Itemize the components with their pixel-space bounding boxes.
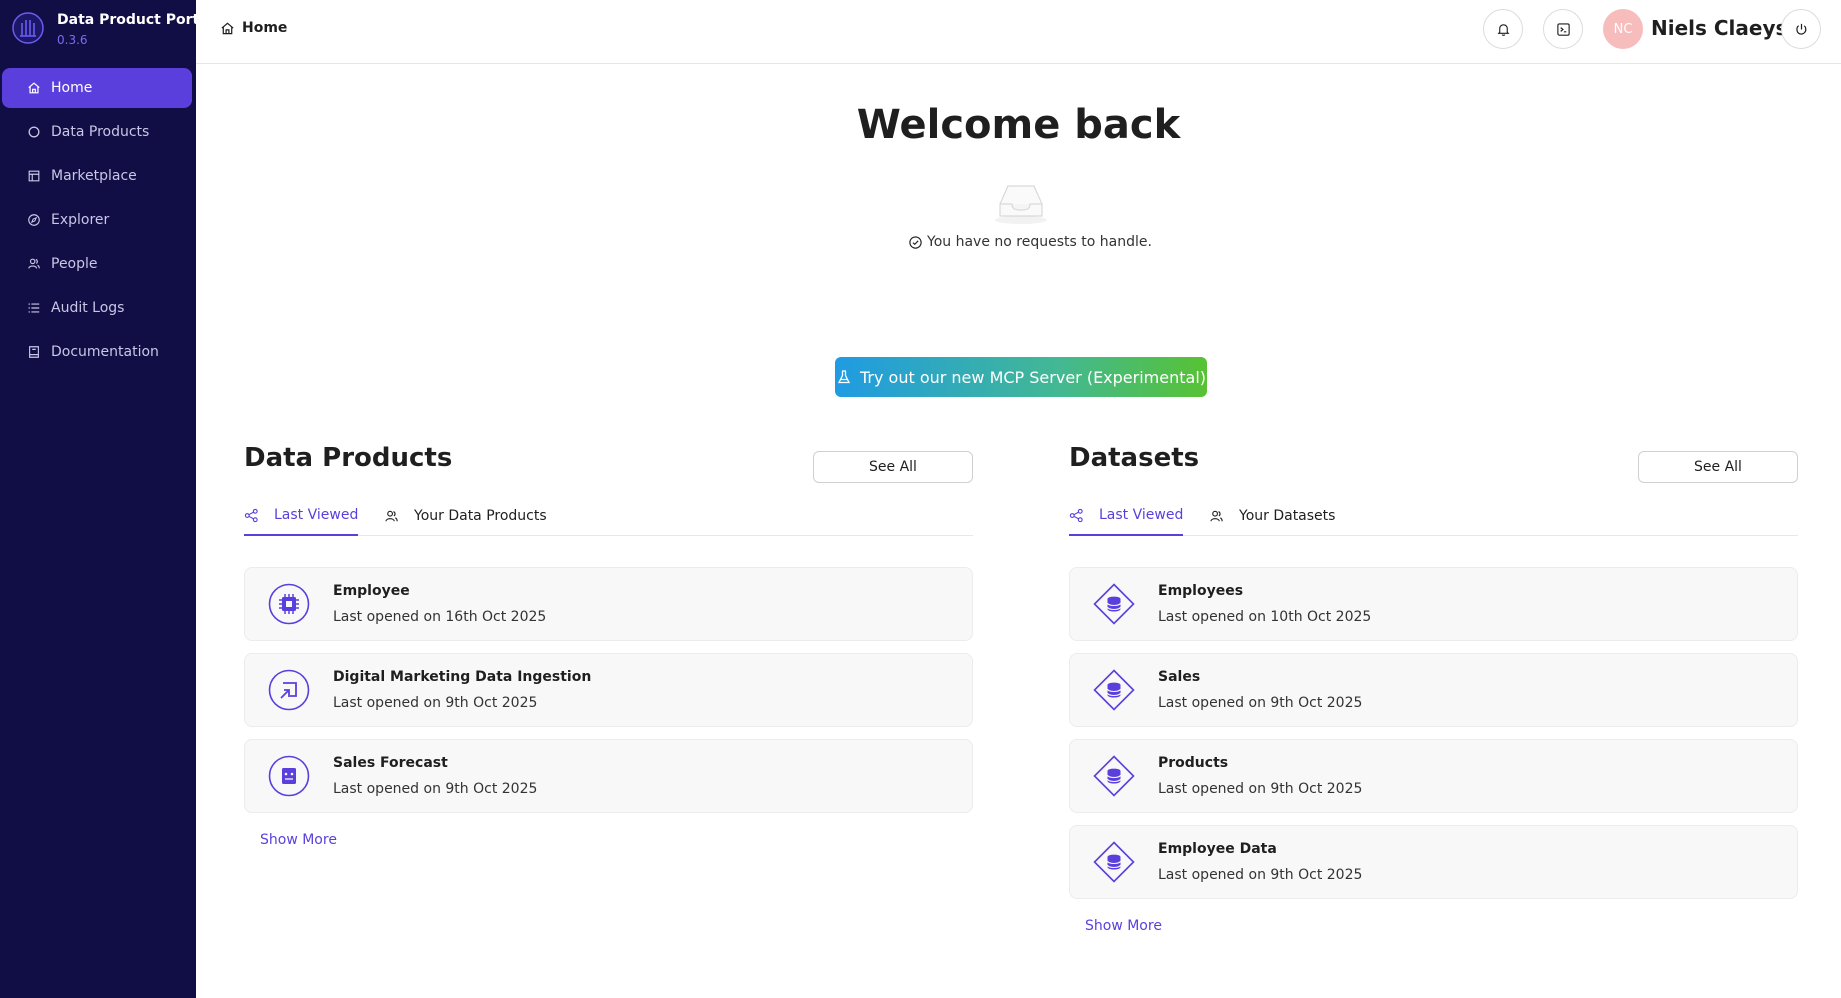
empty-inbox-icon	[995, 185, 1047, 224]
brand-version: 0.3.6	[57, 33, 88, 47]
tab-label: Last Viewed	[1099, 507, 1184, 523]
sidebar-item-documentation[interactable]: Documentation	[2, 332, 192, 372]
import-icon	[268, 669, 310, 711]
tab-your-datasets[interactable]: Your Datasets	[1209, 496, 1335, 536]
card-subtitle: Last opened on 16th Oct 2025	[333, 609, 547, 625]
datasets-see-all-button[interactable]: See All	[1638, 451, 1798, 483]
terminal-button[interactable]	[1543, 9, 1583, 49]
robot-icon	[268, 755, 310, 797]
breadcrumb[interactable]: Home	[220, 20, 287, 36]
tab-label: Last Viewed	[274, 507, 359, 523]
chip-icon	[268, 583, 310, 625]
sidebar: Data Product Portal 0.3.6 Home Data Prod…	[0, 0, 213, 998]
book-icon	[26, 344, 42, 360]
dataset-icon	[1093, 755, 1135, 797]
data-products-show-more-link[interactable]: Show More	[260, 832, 337, 848]
terminal-icon	[1556, 22, 1570, 36]
logout-button[interactable]	[1781, 9, 1821, 49]
data-product-card[interactable]: Sales Forecast Last opened on 9th Oct 20…	[244, 739, 973, 813]
compass-icon	[26, 212, 42, 228]
tab-last-viewed[interactable]: Last Viewed	[244, 496, 359, 536]
home-icon	[221, 22, 234, 34]
datasets-show-more-link[interactable]: Show More	[1085, 918, 1162, 934]
power-icon	[1795, 23, 1806, 35]
sidebar-item-home[interactable]: Home	[2, 68, 192, 108]
card-title: Products	[1158, 755, 1229, 771]
card-title: Sales	[1158, 669, 1201, 685]
card-title: Sales Forecast	[333, 755, 448, 771]
avatar[interactable]: NC	[1603, 9, 1643, 49]
card-subtitle: Last opened on 9th Oct 2025	[333, 695, 538, 711]
no-requests-message: You have no requests to handle.	[908, 234, 1152, 250]
list-icon	[26, 300, 42, 316]
dataset-icon	[1093, 669, 1135, 711]
mcp-button-label: Try out our new MCP Server (Experimental…	[859, 367, 1207, 387]
circle-icon	[26, 124, 42, 140]
page-title: Welcome back	[856, 102, 1181, 148]
notifications-button[interactable]	[1483, 9, 1523, 49]
data-products-title: Data Products	[244, 443, 453, 473]
card-subtitle: Last opened on 10th Oct 2025	[1158, 609, 1372, 625]
card-subtitle: Last opened on 9th Oct 2025	[1158, 867, 1363, 883]
check-circle-icon	[909, 235, 922, 249]
sidebar-item-marketplace[interactable]: Marketplace	[2, 156, 192, 196]
card-title: Employee	[333, 583, 410, 599]
data-product-card[interactable]: Digital Marketing Data Ingestion Last op…	[244, 653, 973, 727]
brand-name: Data Product Portal	[57, 12, 214, 28]
tab-label: Your Datasets	[1239, 508, 1336, 524]
portal-logo-icon	[12, 12, 44, 44]
shop-icon	[26, 168, 42, 184]
dataset-icon	[1093, 841, 1135, 883]
sidebar-item-people[interactable]: People	[2, 244, 192, 284]
card-title: Digital Marketing Data Ingestion	[333, 669, 592, 685]
brand[interactable]: Data Product Portal 0.3.6	[12, 10, 213, 52]
tab-your-data-products[interactable]: Your Data Products	[384, 496, 547, 536]
sidebar-item-explorer[interactable]: Explorer	[2, 200, 192, 240]
bell-icon	[1496, 23, 1510, 36]
sidebar-item-label: Documentation	[51, 344, 159, 360]
sidebar-item-label: Data Products	[51, 124, 150, 140]
mcp-server-button[interactable]: Try out our new MCP Server (Experimental…	[835, 357, 1207, 397]
sidebar-item-label: Explorer	[51, 212, 110, 228]
flask-icon	[837, 370, 851, 384]
dataset-card[interactable]: Sales Last opened on 9th Oct 2025	[1069, 653, 1798, 727]
dataset-card[interactable]: Products Last opened on 9th Oct 2025	[1069, 739, 1798, 813]
sidebar-item-label: Home	[51, 80, 93, 96]
tab-last-viewed[interactable]: Last Viewed	[1069, 496, 1184, 536]
card-subtitle: Last opened on 9th Oct 2025	[333, 781, 538, 797]
data-products-see-all-button[interactable]: See All	[813, 451, 973, 483]
top-header: Home NC Niels Claeys	[196, 0, 1841, 64]
datasets-tabs: Last Viewed Your Datasets	[1069, 496, 1798, 536]
tab-label: Your Data Products	[414, 508, 547, 524]
sidebar-nav: Home Data Products Marketplace Explorer …	[0, 68, 196, 376]
data-products-tabs: Last Viewed Your Data Products	[244, 496, 973, 536]
sidebar-item-data-products[interactable]: Data Products	[2, 112, 192, 152]
sidebar-item-label: People	[51, 256, 98, 272]
people-icon	[385, 510, 398, 521]
dataset-icon	[1093, 583, 1135, 625]
user-name[interactable]: Niels Claeys	[1651, 16, 1787, 40]
sidebar-item-label: Audit Logs	[51, 300, 125, 316]
card-subtitle: Last opened on 9th Oct 2025	[1158, 695, 1363, 711]
card-subtitle: Last opened on 9th Oct 2025	[1158, 781, 1363, 797]
people-icon	[26, 256, 42, 272]
datasets-title: Datasets	[1069, 443, 1200, 473]
sidebar-item-audit-logs[interactable]: Audit Logs	[2, 288, 192, 328]
nodes-icon	[1069, 508, 1083, 522]
breadcrumb-label: Home	[242, 20, 288, 36]
sidebar-item-label: Marketplace	[51, 168, 137, 184]
people-icon	[1210, 510, 1223, 521]
no-requests-text: You have no requests to handle.	[927, 234, 1152, 250]
card-title: Employee Data	[1158, 841, 1277, 857]
card-title: Employees	[1158, 583, 1244, 599]
home-icon	[26, 80, 42, 96]
dataset-card[interactable]: Employee Data Last opened on 9th Oct 202…	[1069, 825, 1798, 899]
dataset-card[interactable]: Employees Last opened on 10th Oct 2025	[1069, 567, 1798, 641]
nodes-icon	[244, 508, 258, 522]
data-product-card[interactable]: Employee Last opened on 16th Oct 2025	[244, 567, 973, 641]
